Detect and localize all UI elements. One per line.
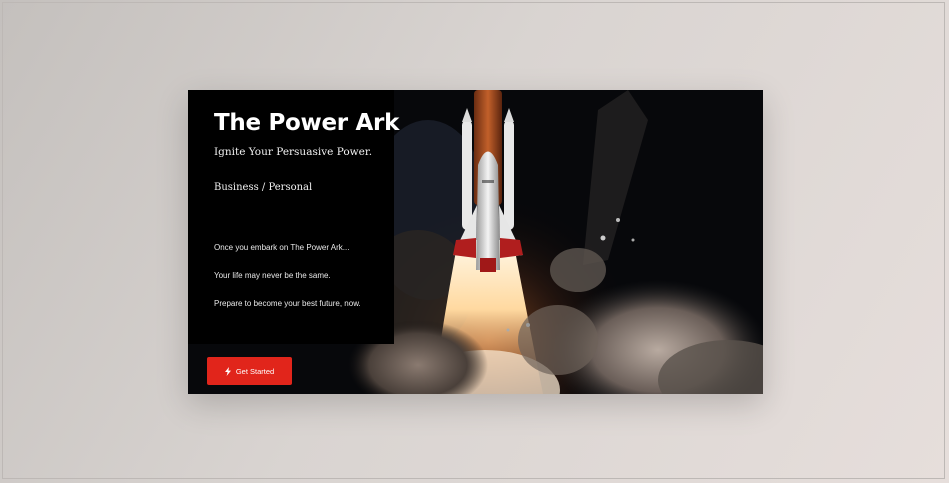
hero-copy-line-3: Prepare to become your best future, now. (214, 299, 361, 308)
page-title: The Power Ark (214, 110, 400, 136)
hero-banner: The Power Ark Ignite Your Persuasive Pow… (188, 90, 763, 394)
hero-tagline: Ignite Your Persuasive Power. (214, 146, 373, 158)
get-started-label: Get Started (235, 366, 275, 376)
hero-text-panel: The Power Ark Ignite Your Persuasive Pow… (188, 90, 399, 344)
get-started-button[interactable]: Get Started (207, 357, 292, 385)
hero-copy-line-1: Once you embark on The Power Ark... (214, 243, 350, 252)
category-label: Business / Personal (214, 182, 313, 193)
hero-copy-line-2: Your life may never be the same. (214, 271, 331, 280)
lightning-bolt-icon (224, 366, 231, 376)
